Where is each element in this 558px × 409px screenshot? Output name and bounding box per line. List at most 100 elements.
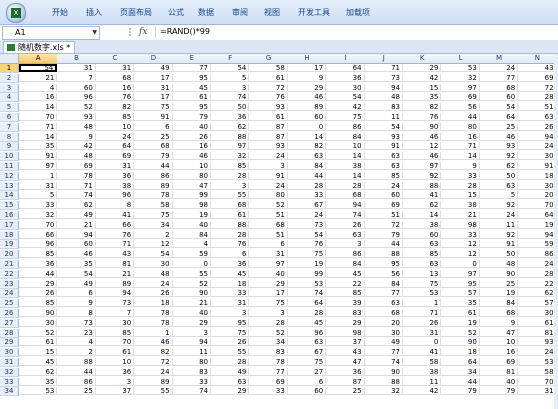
table-cell[interactable]: 28 bbox=[249, 318, 288, 327]
table-cell[interactable]: 69 bbox=[95, 152, 135, 161]
table-cell[interactable]: 75 bbox=[134, 103, 173, 112]
row-header[interactable]: 24 bbox=[0, 289, 19, 299]
table-cell[interactable]: 58 bbox=[518, 367, 557, 376]
table-cell[interactable]: 71 bbox=[364, 64, 403, 72]
table-cell[interactable]: 61 bbox=[211, 211, 250, 219]
table-cell[interactable]: 73 bbox=[287, 220, 327, 229]
table-cell[interactable]: 44 bbox=[57, 367, 96, 376]
table-cell[interactable]: 94 bbox=[326, 201, 365, 210]
table-cell[interactable]: 35 bbox=[441, 299, 480, 308]
table-cell[interactable]: 26 bbox=[518, 122, 557, 131]
table-cell[interactable]: 50 bbox=[479, 171, 519, 180]
table-cell[interactable]: 24 bbox=[364, 181, 403, 190]
table-cell[interactable]: 74 bbox=[287, 289, 327, 298]
row-header[interactable]: 23 bbox=[0, 279, 19, 289]
table-cell[interactable]: 25 bbox=[57, 387, 96, 396]
table-cell[interactable]: 24 bbox=[134, 367, 173, 376]
row-header[interactable]: 31 bbox=[0, 358, 19, 367]
table-cell[interactable]: 38 bbox=[403, 220, 442, 229]
table-cell[interactable]: 60 bbox=[364, 191, 403, 200]
table-cell[interactable]: 85 bbox=[19, 299, 58, 308]
table-cell[interactable]: 93 bbox=[479, 142, 519, 151]
row-header[interactable]: 10 bbox=[0, 152, 19, 162]
table-cell[interactable]: 17 bbox=[287, 64, 327, 72]
table-cell[interactable]: 19 bbox=[441, 318, 480, 327]
table-cell[interactable]: 69 bbox=[441, 93, 480, 102]
table-cell[interactable]: 76 bbox=[95, 93, 135, 102]
column-header-e[interactable]: E bbox=[172, 54, 212, 64]
table-cell[interactable]: 83 bbox=[326, 309, 365, 317]
table-cell[interactable]: 76 bbox=[95, 230, 135, 239]
table-cell[interactable]: 75 bbox=[326, 113, 365, 121]
table-cell[interactable]: 70 bbox=[518, 377, 557, 386]
table-cell[interactable]: 63 bbox=[211, 377, 250, 386]
table-cell[interactable]: 69 bbox=[518, 73, 557, 82]
table-cell[interactable]: 14 bbox=[19, 103, 58, 112]
column-header-f[interactable]: F bbox=[211, 54, 251, 64]
table-cell[interactable]: 47 bbox=[326, 358, 365, 366]
table-cell[interactable]: 52 bbox=[57, 103, 96, 112]
table-cell[interactable]: 4 bbox=[19, 83, 58, 92]
column-header-k[interactable]: K bbox=[403, 54, 443, 64]
table-cell[interactable]: 75 bbox=[249, 299, 288, 308]
table-cell[interactable]: 10 bbox=[95, 358, 135, 366]
table-cell[interactable]: 30 bbox=[95, 318, 135, 327]
table-cell[interactable]: 48 bbox=[57, 152, 96, 161]
table-cell[interactable]: 24 bbox=[249, 181, 288, 190]
table-cell[interactable]: 28 bbox=[211, 171, 250, 180]
table-cell[interactable]: 7 bbox=[57, 73, 96, 82]
table-cell[interactable]: 46 bbox=[403, 152, 442, 161]
table-cell[interactable]: 11 bbox=[364, 113, 403, 121]
table-cell[interactable]: 11 bbox=[172, 348, 211, 357]
table-cell[interactable]: 63 bbox=[403, 240, 442, 249]
tab-page-layout[interactable]: 页面布局 bbox=[120, 7, 152, 19]
column-header-h[interactable]: H bbox=[287, 54, 328, 64]
table-cell[interactable]: 95 bbox=[172, 103, 211, 112]
table-cell[interactable]: 28 bbox=[518, 93, 557, 102]
table-cell[interactable]: 26 bbox=[172, 132, 211, 141]
table-cell[interactable]: 49 bbox=[134, 64, 173, 72]
table-cell[interactable]: 72 bbox=[518, 83, 557, 92]
table-cell[interactable]: 0 bbox=[403, 338, 442, 347]
table-cell[interactable]: 96 bbox=[95, 191, 135, 200]
table-cell[interactable]: 89 bbox=[134, 181, 173, 190]
table-cell[interactable]: 48 bbox=[364, 93, 403, 102]
table-cell[interactable]: 24 bbox=[287, 211, 327, 219]
table-cell[interactable]: 28 bbox=[441, 181, 480, 190]
table-cell[interactable]: 19 bbox=[479, 289, 519, 298]
table-cell[interactable]: 24 bbox=[518, 348, 557, 357]
table-cell[interactable]: 93 bbox=[364, 132, 403, 141]
table-cell[interactable]: 35 bbox=[57, 260, 96, 268]
table-cell[interactable]: 76 bbox=[287, 240, 327, 249]
row-header[interactable]: 29 bbox=[0, 338, 19, 348]
table-cell[interactable]: 9 bbox=[287, 73, 327, 82]
table-cell[interactable]: 54 bbox=[287, 230, 327, 239]
table-cell[interactable]: 42 bbox=[57, 142, 96, 151]
row-header[interactable]: 4 bbox=[0, 93, 19, 103]
table-cell[interactable]: 25 bbox=[479, 279, 519, 288]
table-cell[interactable]: 31 bbox=[57, 64, 96, 72]
table-cell[interactable]: 29 bbox=[403, 64, 442, 72]
table-cell[interactable]: 93 bbox=[57, 113, 96, 121]
table-cell[interactable]: 40 bbox=[479, 377, 519, 386]
table-cell[interactable]: 68 bbox=[326, 191, 365, 200]
table-cell[interactable]: 84 bbox=[287, 162, 327, 170]
table-cell[interactable]: 61 bbox=[19, 338, 58, 347]
table-cell[interactable]: 78 bbox=[249, 358, 288, 366]
table-cell[interactable]: 31 bbox=[403, 328, 442, 337]
table-cell[interactable]: 12 bbox=[403, 142, 442, 151]
table-cell[interactable]: 83 bbox=[172, 367, 211, 376]
table-cell[interactable]: 36 bbox=[211, 113, 250, 121]
table-cell[interactable]: 2 bbox=[134, 230, 173, 239]
table-cell[interactable]: 53 bbox=[287, 279, 327, 288]
row-header[interactable]: 20 bbox=[0, 250, 19, 260]
table-cell[interactable]: 4 bbox=[172, 240, 211, 249]
row-header[interactable]: 15 bbox=[0, 201, 19, 211]
table-cell[interactable]: 54 bbox=[211, 64, 250, 72]
table-cell[interactable]: 5 bbox=[211, 73, 250, 82]
table-cell[interactable]: 24 bbox=[479, 211, 519, 219]
table-cell[interactable]: 45 bbox=[19, 358, 58, 366]
table-cell[interactable]: 24 bbox=[249, 152, 288, 161]
table-cell[interactable]: 78 bbox=[134, 309, 173, 317]
table-cell[interactable]: 63 bbox=[403, 260, 442, 268]
